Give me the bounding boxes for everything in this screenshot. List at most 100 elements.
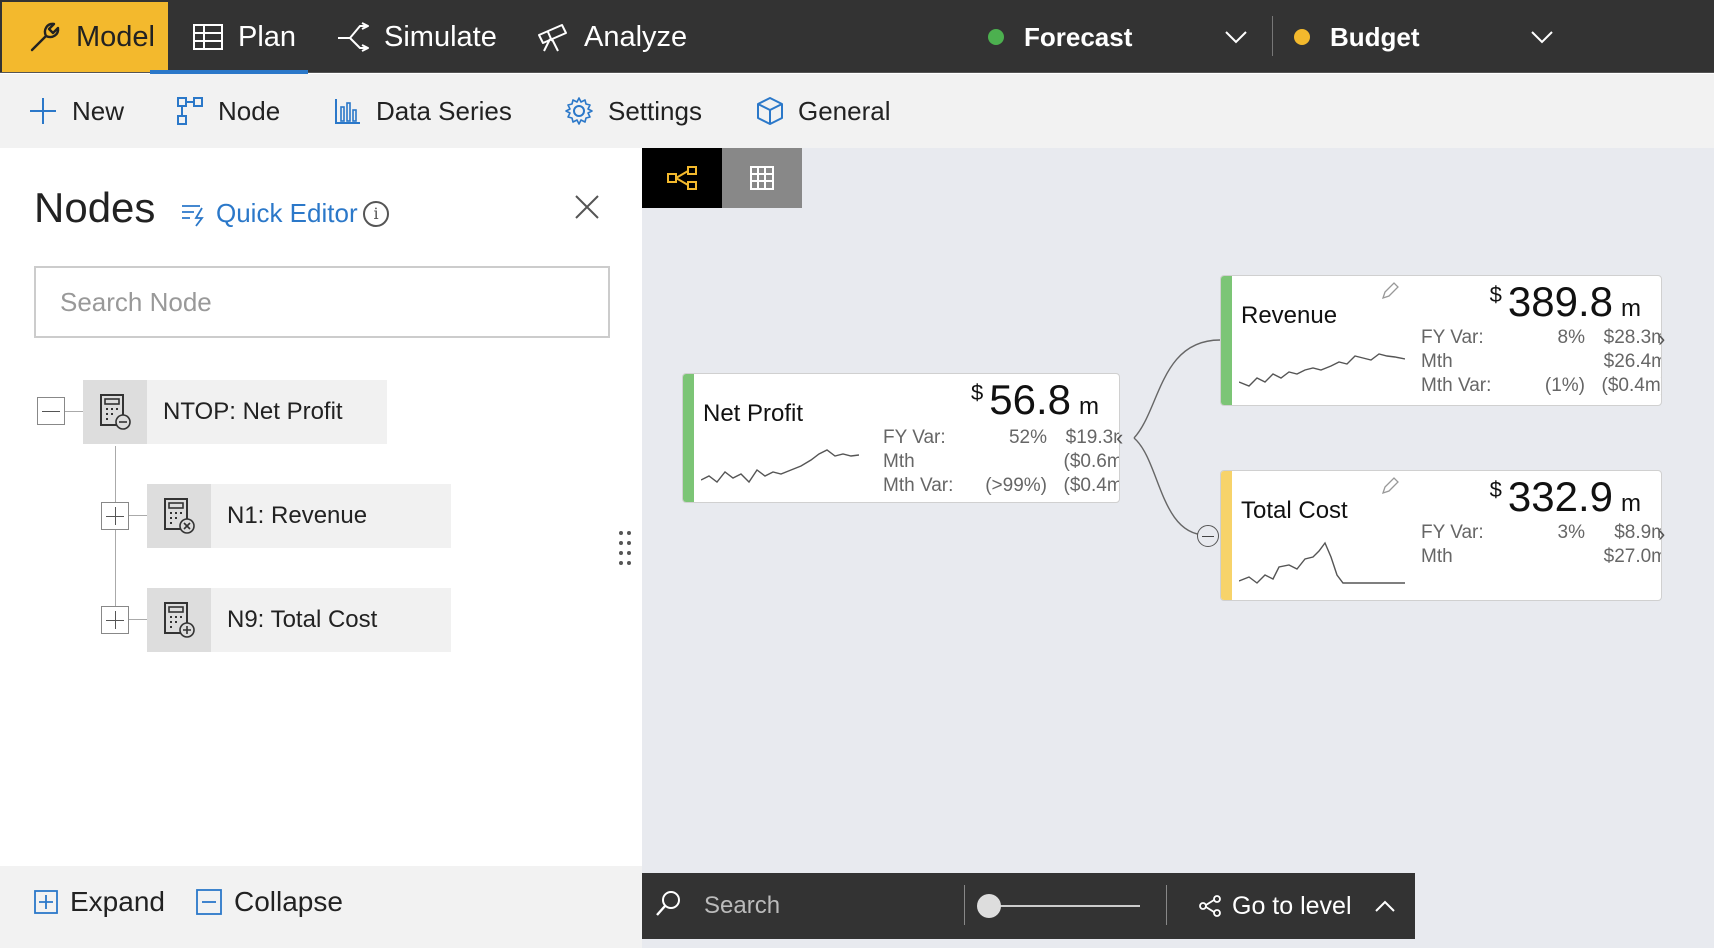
- status-stripe: [1221, 276, 1232, 405]
- new-label: New: [72, 95, 125, 126]
- metrics-table: FY Var:52%$19.3m Mth($0.6m) Mth Var:(>99…: [883, 427, 1119, 496]
- calculator-times-icon: [147, 484, 211, 548]
- card-total-cost[interactable]: Total Cost $ 332.9 m FY Var: 3% $8.9m Mth $…: [1220, 470, 1662, 601]
- tree-node-net-profit[interactable]: NTOP: Net Profit: [83, 380, 387, 444]
- divider: [1272, 16, 1273, 56]
- status-dot: [988, 29, 1004, 45]
- divider: [1166, 885, 1167, 925]
- tab-data-series-label: Data Series: [376, 95, 512, 126]
- table-icon: [193, 24, 223, 50]
- chevron-down-icon: [1225, 31, 1247, 44]
- chevron-left-icon[interactable]: ‹: [1116, 425, 1123, 451]
- currency-symbol: $: [971, 380, 984, 405]
- chevron-right-icon[interactable]: ›: [1658, 326, 1665, 352]
- hierarchy-icon: [1199, 895, 1221, 917]
- search-node-input[interactable]: [34, 266, 610, 338]
- zoom-slider-track[interactable]: [990, 905, 1140, 907]
- tree-node-label: N1: Revenue: [227, 502, 368, 529]
- card-value: $ 56.8 m: [971, 376, 1099, 424]
- value-number: 56.8: [989, 376, 1071, 423]
- card-title: Revenue: [1241, 302, 1338, 329]
- zoom-slider-thumb[interactable]: [977, 894, 1001, 918]
- value-number: 332.9: [1507, 473, 1613, 520]
- scenario-budget-label: Budget: [1330, 21, 1420, 52]
- new-button[interactable]: New: [28, 74, 124, 148]
- tree-node-revenue[interactable]: N1: Revenue: [147, 484, 451, 548]
- collapse-branch-button[interactable]: [1197, 525, 1219, 547]
- collapse-icon: [196, 889, 222, 915]
- tree-view-button[interactable]: [642, 148, 722, 208]
- tree-connector: [115, 446, 116, 616]
- tab-node[interactable]: Node: [176, 74, 280, 148]
- tree-collapse-toggle[interactable]: [37, 397, 65, 425]
- scenario-forecast-label: Forecast: [1024, 21, 1133, 52]
- value-unit: m: [1621, 295, 1641, 322]
- value-number: 389.8: [1507, 278, 1613, 325]
- currency-symbol: $: [1489, 282, 1502, 307]
- tab-plan[interactable]: Plan: [192, 2, 296, 72]
- canvas-search-input[interactable]: [704, 881, 954, 931]
- tree-connector: [65, 411, 83, 412]
- tree-expand-toggle[interactable]: [101, 502, 129, 530]
- collapse-label: Collapse: [234, 886, 343, 917]
- tab-general-label: General: [798, 95, 891, 126]
- tab-analyze[interactable]: Analyze: [536, 2, 687, 72]
- calculator-minus-icon: [83, 380, 147, 444]
- sparkline: [1239, 353, 1405, 387]
- grid-view-button[interactable]: [722, 148, 802, 208]
- close-icon[interactable]: [574, 194, 600, 225]
- branch-icon: [338, 22, 369, 52]
- status-stripe: [1221, 471, 1232, 600]
- status-stripe: [683, 374, 694, 502]
- tab-settings[interactable]: Settings: [564, 74, 702, 148]
- telescope-icon: [538, 24, 567, 52]
- value-unit: m: [1621, 490, 1641, 517]
- card-revenue[interactable]: Revenue $ 389.8 m FY Var: 8% $28.3m Mth $26…: [1220, 275, 1662, 406]
- collapse-all-button[interactable]: Collapse: [196, 880, 343, 924]
- node-icon: [177, 97, 203, 125]
- pencil-icon[interactable]: [1381, 282, 1399, 300]
- tab-data-series[interactable]: Data Series: [334, 74, 512, 148]
- expand-label: Expand: [70, 886, 165, 917]
- tab-model-label: Model: [76, 20, 155, 53]
- tree-expand-toggle[interactable]: [101, 606, 129, 634]
- card-title: Total Cost: [1241, 497, 1348, 524]
- metrics-table: FY Var: 3% $8.9m Mth $27.0m: [1421, 522, 1662, 567]
- status-dot: [1294, 29, 1310, 45]
- tab-settings-label: Settings: [608, 95, 702, 126]
- search-icon: [656, 891, 680, 916]
- tree-node-total-cost[interactable]: N9: Total Cost: [147, 588, 451, 652]
- tab-analyze-label: Analyze: [584, 20, 688, 53]
- sparkline: [701, 449, 859, 484]
- scenario-budget-dropdown[interactable]: Budget: [1294, 2, 1556, 72]
- divider: [964, 885, 965, 925]
- quick-editor-link[interactable]: Quick Editor: [180, 198, 358, 229]
- chevron-right-icon[interactable]: ›: [1658, 521, 1665, 547]
- go-to-level-button[interactable]: Go to level: [1198, 873, 1406, 939]
- tree-node-label: NTOP: Net Profit: [163, 398, 343, 425]
- go-to-level-label: Go to level: [1232, 891, 1352, 920]
- panel-resize-handle[interactable]: [618, 530, 632, 571]
- scenario-forecast-dropdown[interactable]: Forecast: [988, 2, 1250, 72]
- tab-simulate-label: Simulate: [384, 20, 497, 53]
- panel-title: Nodes: [34, 184, 156, 231]
- calculator-plus-icon: [147, 588, 211, 652]
- sparkline: [1239, 541, 1405, 584]
- info-icon[interactable]: i: [363, 201, 389, 227]
- tab-general[interactable]: General: [756, 74, 891, 148]
- metrics-table: FY Var: 8% $28.3m Mth $26.4m Mth Var: (1%) ($…: [1421, 327, 1662, 396]
- expand-icon: [34, 890, 58, 914]
- pencil-icon[interactable]: [1381, 477, 1399, 495]
- tab-model[interactable]: Model: [2, 2, 168, 72]
- chevron-down-icon: [1531, 31, 1553, 44]
- plus-icon: [30, 98, 56, 124]
- tree-view-icon: [667, 166, 697, 190]
- card-net-profit[interactable]: Net Profit $ 56.8 m FY Var:52%$19.3m Mth…: [682, 373, 1120, 503]
- expand-all-button[interactable]: Expand: [34, 880, 165, 924]
- chevron-up-icon: [1374, 900, 1395, 912]
- tab-simulate[interactable]: Simulate: [336, 2, 497, 72]
- value-unit: m: [1079, 393, 1099, 420]
- quick-editor-label: Quick Editor: [216, 198, 358, 228]
- card-title: Net Profit: [703, 400, 804, 427]
- card-value: $ 332.9 m: [1490, 473, 1641, 521]
